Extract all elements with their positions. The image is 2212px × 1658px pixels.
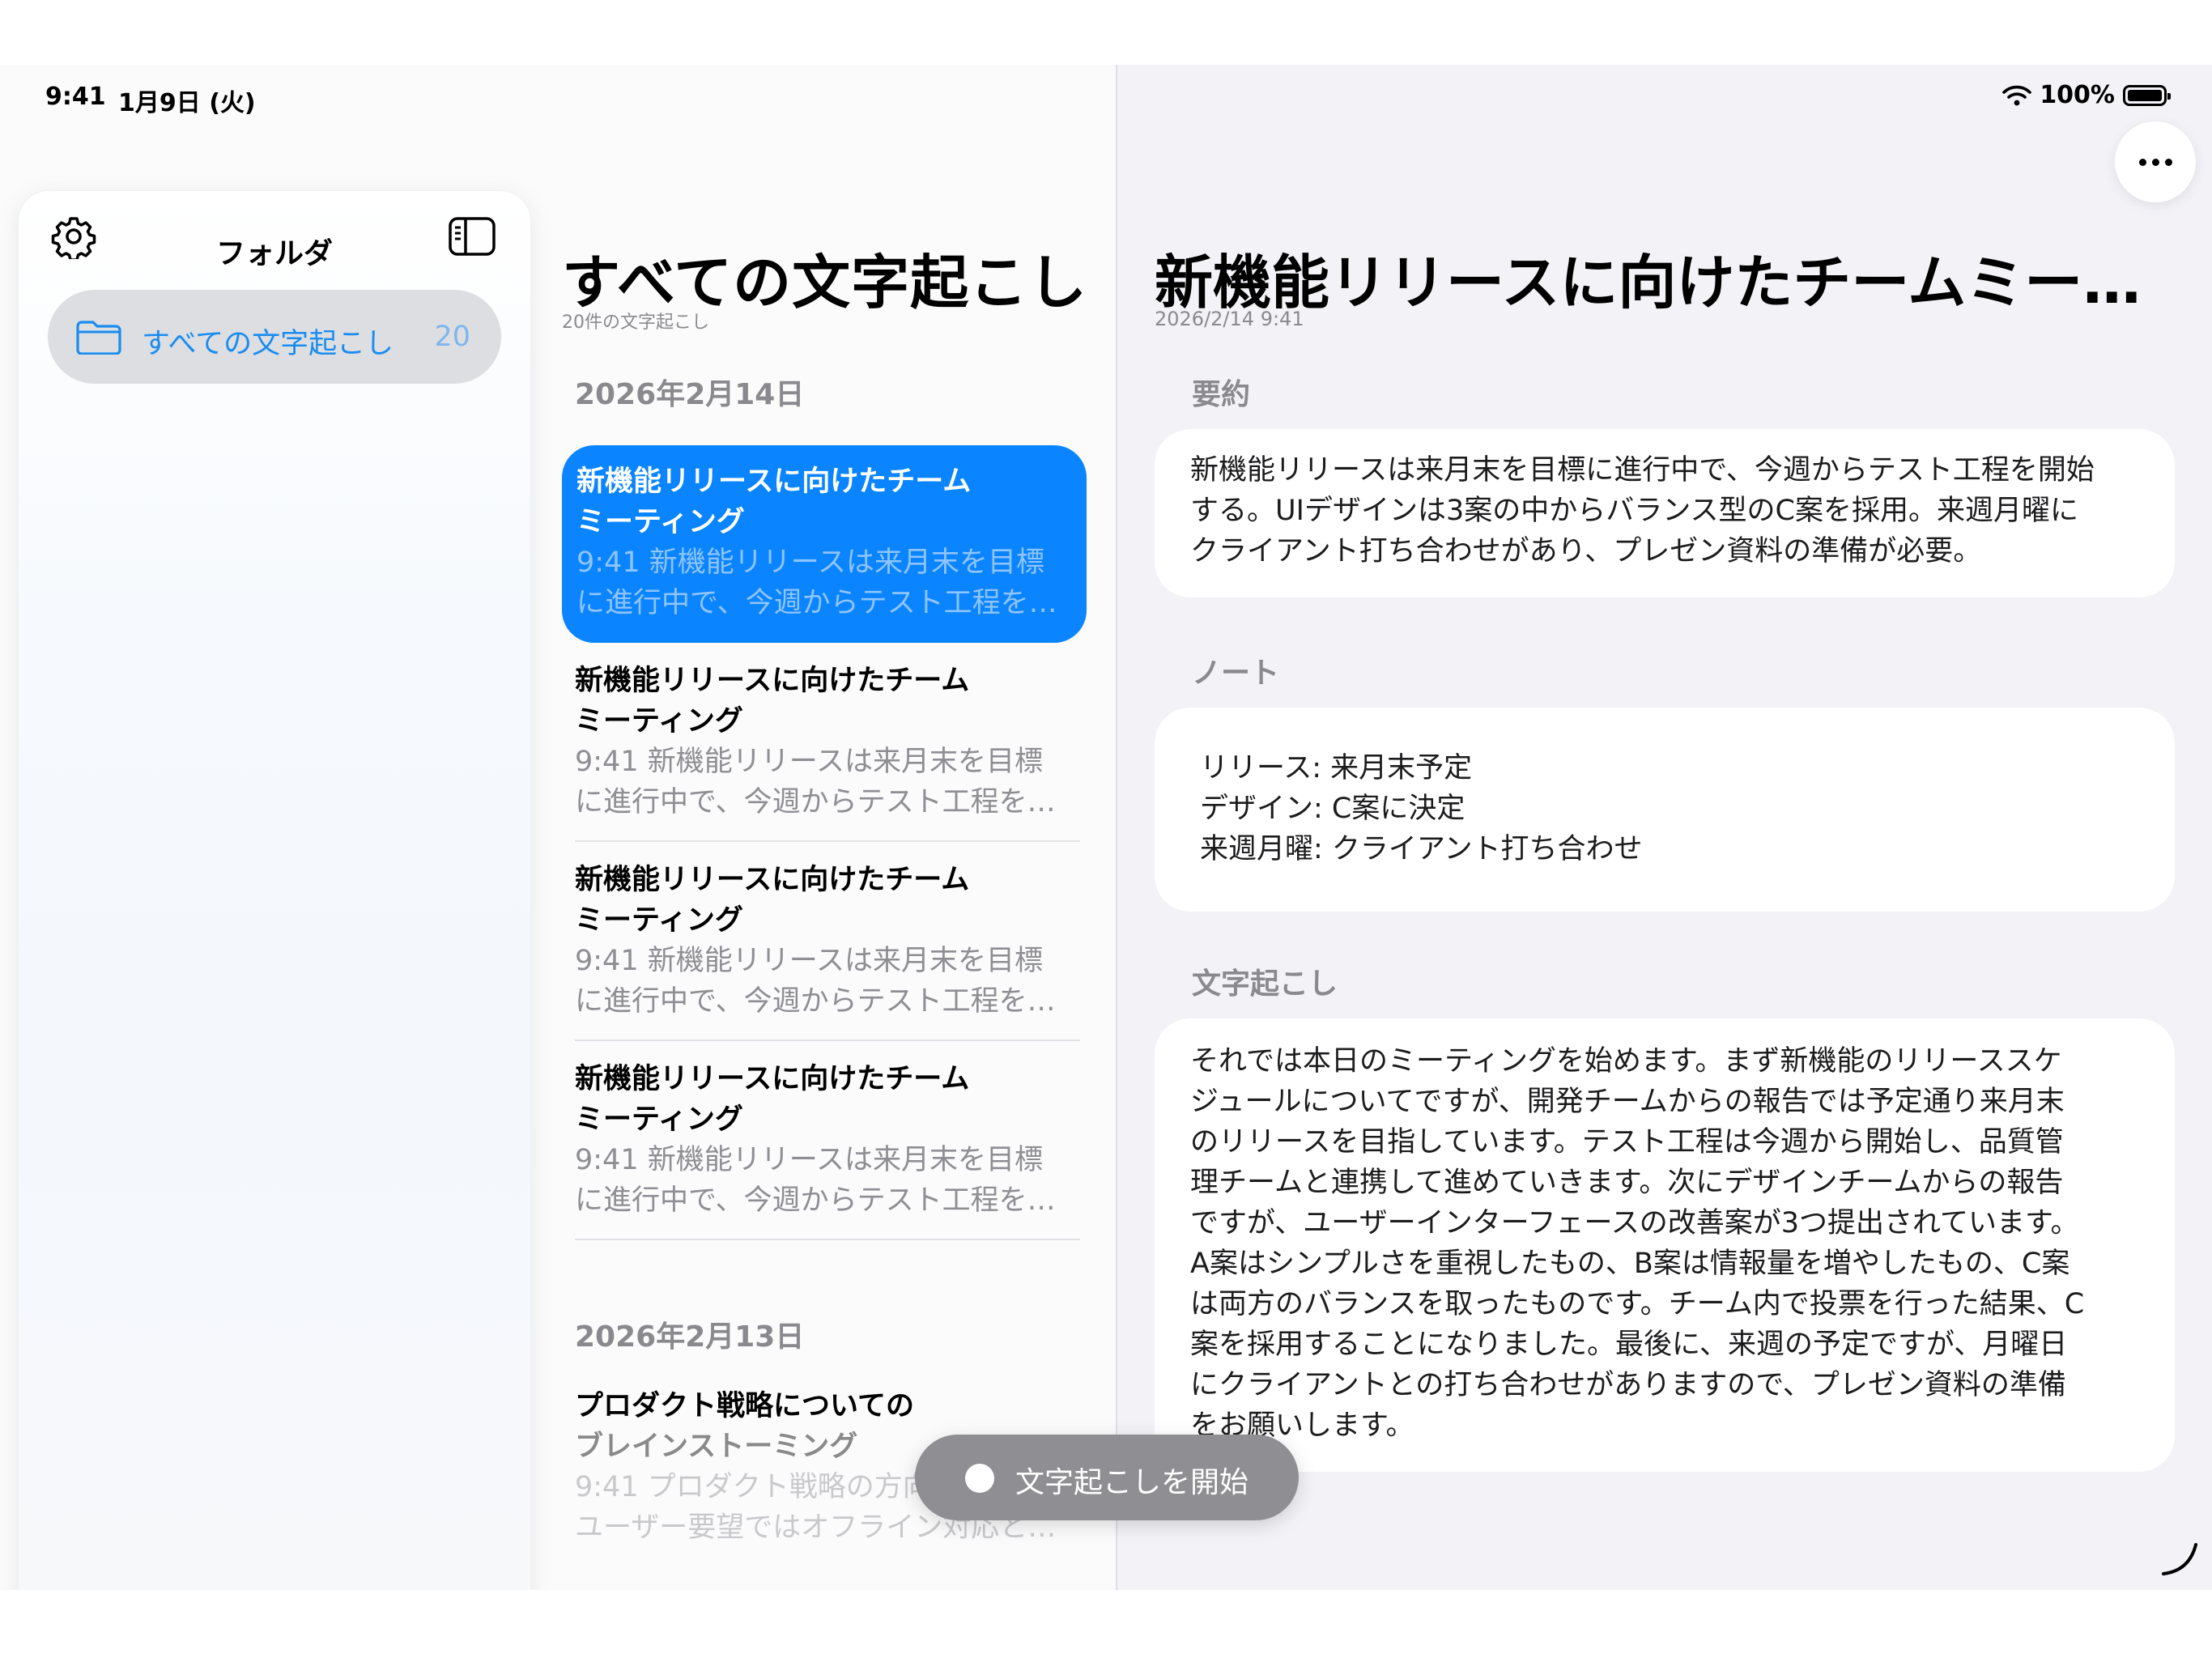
item-title: 新機能リリースに向けたチーム — [575, 864, 970, 896]
detail-date: 2026/2/14 9:41 — [1155, 308, 1304, 330]
divider — [575, 1239, 1080, 1240]
start-transcription-button[interactable]: 文字起こしを開始 — [915, 1435, 1299, 1520]
list-subtitle: 20件の文字起こし — [562, 312, 709, 333]
folder-count-badge: 20 — [434, 321, 470, 353]
transcript-label: 文字起こし — [1192, 967, 1338, 1001]
status-indicators: 100% — [2002, 81, 2171, 109]
summary-line: する。UIデザインは3案の中からバランス型のC案を採用。来週月曜に — [1190, 495, 2078, 527]
item-preview: 9:41 新機能リリースは来月末を目標 — [575, 746, 1043, 778]
divider — [575, 840, 1080, 842]
item-title: ミーティング — [575, 705, 743, 738]
detail-pane: 100% 新機能リリースに向けたチームミー… 2026/2/14 9:41 要約… — [1116, 65, 2212, 1590]
summary-label: 要約 — [1192, 378, 1251, 411]
status-time: 9:41 — [45, 83, 106, 111]
item-title: 新機能リリースに向けたチーム — [576, 466, 972, 498]
resize-handle-icon[interactable] — [2160, 1538, 2201, 1579]
app-window: 9:41 1月9日 (火) フォルダ すべての文字起こし 20 すべての文字起こ… — [0, 65, 2212, 1590]
folder-icon — [76, 321, 121, 355]
more-dot — [2139, 159, 2146, 166]
transcript-list: すべての文字起こし 20件の文字起こし 2026年2月14日 新機能リリースに向… — [530, 65, 1116, 1590]
note-line: デザイン: C案に決定 — [1200, 793, 1465, 825]
item-preview: 9:41 新機能リリースは来月末を目標 — [575, 945, 1043, 977]
note-line: 来週月曜: クライアント打ち合わせ — [1200, 833, 1643, 865]
list-item[interactable]: 新機能リリースに向けたチーム ミーティング 9:41 新機能リリースは来月末を目… — [575, 661, 1080, 823]
start-transcription-label: 文字起こしを開始 — [1015, 1466, 1249, 1499]
more-options-button[interactable] — [2115, 121, 2196, 202]
status-date: 1月9日 (火) — [118, 89, 256, 117]
item-title: プロダクト戦略についての — [575, 1390, 914, 1422]
summary-line: クライアント打ち合わせがあり、プレゼン資料の準備が必要。 — [1190, 535, 1982, 568]
list-item-selected[interactable]: 新機能リリースに向けたチーム ミーティング 9:41 新機能リリースは来月末を目… — [562, 445, 1087, 643]
item-preview: 9:41 新機能リリースは来月末を目標 — [575, 1144, 1043, 1176]
transcript-line: をお願いします。 — [1190, 1409, 1414, 1442]
summary-panel: 新機能リリースは来月末を目標に進行中で、今週からテスト工程を開始 する。UIデザ… — [1155, 429, 2175, 597]
date-header: 2026年2月14日 — [575, 378, 805, 411]
item-title: 新機能リリースに向けたチーム — [575, 665, 970, 697]
transcript-line: ですが、ユーザーインターフェースの改善案が3つ提出されています。 — [1190, 1207, 2079, 1239]
wifi-icon — [2002, 85, 2032, 105]
date-header: 2026年2月13日 — [575, 1320, 805, 1354]
item-preview: に進行中で、今週からテスト工程を… — [576, 587, 1057, 619]
divider — [575, 1039, 1080, 1041]
battery-icon — [2123, 84, 2171, 106]
transcript-line: ジュールについてですが、開発チームからの報告では予定通り来月末 — [1190, 1086, 2065, 1118]
item-title: 新機能リリースに向けたチーム — [575, 1063, 970, 1095]
folder-item-all-transcripts[interactable]: すべての文字起こし 20 — [48, 290, 501, 384]
item-preview: に進行中で、今週からテスト工程を… — [575, 1184, 1056, 1217]
battery-percent: 100% — [2040, 81, 2115, 109]
list-item[interactable]: 新機能リリースに向けたチーム ミーティング 9:41 新機能リリースは来月末を目… — [575, 1059, 1080, 1221]
record-dot-icon — [965, 1464, 994, 1493]
transcript-line: それでは本日のミーティングを始めます。まず新機能のリリーススケ — [1190, 1045, 2062, 1078]
more-dot — [2152, 159, 2159, 166]
notes-panel: リリース: 来月末予定 デザイン: C案に決定 来週月曜: クライアント打ち合わ… — [1155, 708, 2175, 912]
transcript-line: 理チームと連携して進めていきます。次にデザインチームからの報告 — [1190, 1167, 2064, 1199]
item-preview: に進行中で、今週からテスト工程を… — [575, 786, 1056, 818]
note-line: リリース: 来月末予定 — [1200, 752, 1473, 784]
transcript-line: 案を採用することになりました。最後に、来週の予定ですが、月曜日 — [1190, 1329, 2068, 1361]
summary-line: 新機能リリースは来月末を目標に進行中で、今週からテスト工程を開始 — [1190, 454, 2095, 487]
item-preview: に進行中で、今週からテスト工程を… — [575, 985, 1056, 1018]
notes-label: ノート — [1192, 657, 1280, 690]
more-dot — [2165, 159, 2172, 166]
transcript-line: のリリースを目指しています。テスト工程は今週から開始し、品質管 — [1190, 1126, 2064, 1158]
item-preview: 9:41 新機能リリースは来月末を目標 — [576, 546, 1044, 579]
item-title: ミーティング — [575, 1103, 743, 1136]
sidebar: フォルダ すべての文字起こし 20 — [18, 190, 531, 1590]
list-item[interactable]: 新機能リリースに向けたチーム ミーティング 9:41 新機能リリースは来月末を目… — [575, 860, 1080, 1022]
transcript-line: A案はシンプルさを重視したもの、B案は情報量を増やしたもの、C案 — [1190, 1248, 2070, 1280]
transcript-line: は両方のバランスを取ったものです。チーム内で投票を行った結果、C — [1190, 1288, 2085, 1320]
folder-label: すべての文字起こし — [142, 328, 394, 360]
transcript-line: にクライアントとの打ち合わせがありますので、プレゼン資料の準備 — [1190, 1369, 2066, 1401]
item-title: ミーティング — [575, 904, 743, 937]
item-title: ミーティング — [576, 506, 745, 538]
transcript-panel: それでは本日のミーティングを始めます。まず新機能のリリーススケ ジュールについて… — [1155, 1018, 2175, 1472]
sidebar-toggle-icon[interactable] — [448, 214, 496, 259]
